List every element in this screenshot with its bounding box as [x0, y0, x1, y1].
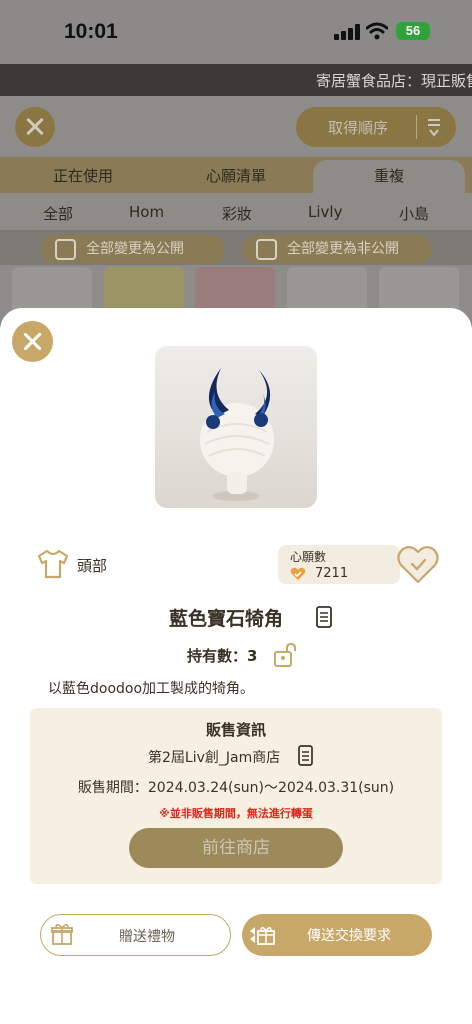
- item-name-row: 藍色寶石犄角: [0, 604, 472, 631]
- wish-count-label: 心願數: [290, 550, 327, 564]
- subtab-island: 小島: [399, 205, 430, 223]
- make-all-public-label: 全部變更為公開: [86, 241, 184, 257]
- cellular-signal-icon: [334, 24, 360, 40]
- tab-duplicate: 重複: [374, 167, 405, 185]
- gift-icon: [51, 923, 73, 945]
- send-gift-label: 贈送禮物: [119, 929, 175, 945]
- background-close-button: [15, 107, 55, 147]
- status-bar: 10:01 56: [0, 0, 472, 64]
- sale-period: 販售期間：2024.03.24(sun)～2024.03.31(sun): [77, 780, 395, 796]
- shirt-icon: [37, 549, 69, 579]
- category-label: 頭部: [77, 557, 108, 575]
- item-name: 藍色寶石犄角: [168, 608, 283, 630]
- sale-info-title: 販售資訊: [205, 721, 266, 739]
- sort-button: 取得順序: [296, 107, 456, 147]
- status-time: 10:01: [64, 20, 118, 43]
- app-screen: 10:01 56 寄居蟹食品店：現正販售 取得順序 正在使用 心願清單 重複 全…: [0, 0, 472, 1024]
- item-thumbnail: [104, 267, 184, 313]
- subtab-livly: Livly: [308, 203, 343, 221]
- battery-indicator: 56: [396, 22, 430, 40]
- item-thumbnail: [379, 267, 459, 313]
- item-description: 以藍色doodoo加工製成的犄角。: [48, 681, 255, 697]
- send-gift-button[interactable]: 贈送禮物: [40, 914, 231, 956]
- wifi-icon: [366, 22, 388, 40]
- document-icon[interactable]: [297, 745, 314, 766]
- item-thumbnail: [195, 267, 275, 313]
- sort-label: 取得順序: [328, 119, 389, 137]
- make-all-private-label: 全部變更為非公開: [287, 241, 399, 257]
- item-thumbnail: [12, 267, 92, 313]
- trade-exchange-icon: [250, 927, 275, 945]
- subtab-makeup: 彩妝: [222, 205, 253, 223]
- close-button[interactable]: [12, 321, 53, 362]
- unlock-icon[interactable]: [272, 642, 298, 668]
- document-icon[interactable]: [315, 606, 333, 628]
- shop-name: 第2屆Liv創_Jam商店: [148, 750, 281, 766]
- sort-order-icon: [428, 119, 440, 137]
- add-to-wishlist-heart-icon[interactable]: [396, 543, 440, 585]
- news-marquee: 寄居蟹食品店：現正販售: [0, 64, 472, 96]
- owned-count: 持有數：3: [187, 647, 258, 665]
- item-image: [155, 346, 317, 508]
- checkbox-icon: [55, 239, 76, 260]
- go-to-shop-button[interactable]: 前往商店: [129, 828, 343, 868]
- send-trade-request-button[interactable]: 傳送交換要求: [242, 914, 432, 956]
- make-all-public-button: 全部變更為公開: [41, 235, 225, 264]
- sort-divider: [416, 115, 417, 139]
- category: 頭部: [36, 548, 136, 582]
- make-all-private-button: 全部變更為非公開: [242, 235, 432, 264]
- sale-warning: ※並非販售期間，無法進行轉蛋: [159, 807, 313, 820]
- wish-count-panel: 心願數 7211: [278, 545, 400, 584]
- heart-badge-icon: [290, 567, 306, 580]
- horn-item-illustration: [200, 368, 274, 501]
- tab-wishlist: 心願清單: [206, 167, 267, 185]
- subtab-all: 全部: [43, 205, 74, 223]
- checkbox-icon: [256, 239, 277, 260]
- tab-in-use: 正在使用: [53, 167, 114, 185]
- subtab-hom: Hom: [129, 203, 165, 221]
- wish-count-value: 7211: [315, 566, 349, 581]
- send-trade-request-label: 傳送交換要求: [307, 928, 391, 944]
- item-thumbnail: [287, 267, 367, 313]
- marquee-text: 寄居蟹食品店：現正販售: [316, 72, 472, 90]
